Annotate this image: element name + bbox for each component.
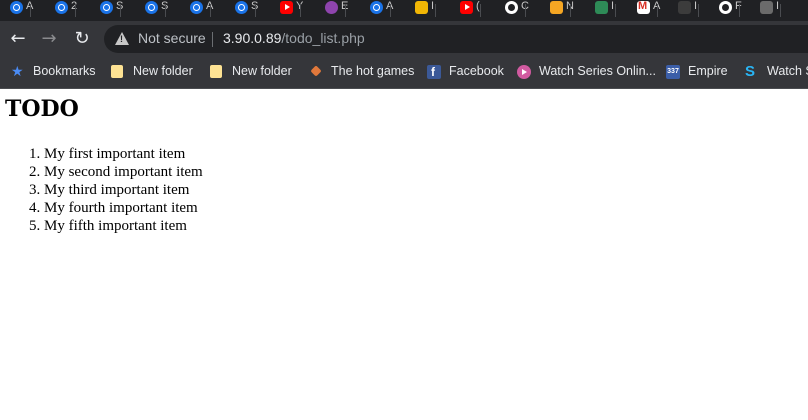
blue-circle-icon [190, 1, 203, 14]
tab-title: I [611, 0, 615, 12]
bookmark-label: New folder [133, 64, 193, 78]
browser-tab[interactable]: ( [450, 0, 481, 21]
back-arrow-icon: ← [10, 28, 26, 49]
tab-divider [30, 4, 31, 17]
github-icon [719, 1, 732, 14]
bookmark-label: Watch S [767, 64, 808, 78]
browser-tab[interactable]: I [405, 0, 436, 21]
youtube-icon [280, 1, 293, 14]
gmail-icon [637, 0, 650, 14]
blue-circle-icon [55, 1, 68, 14]
tab-title: I [694, 0, 698, 12]
page-content: TODO My first important item My second i… [0, 89, 808, 420]
tab-title: I [431, 0, 435, 12]
tab-divider [210, 4, 211, 17]
tab-title: I [776, 0, 780, 12]
url-host: 3.90.0.89 [223, 30, 282, 46]
tab-divider [75, 4, 76, 17]
reload-icon: ↻ [74, 28, 90, 49]
empire-icon: 337 [666, 65, 680, 79]
todo-item: My second important item [44, 163, 203, 181]
dark-square-icon [678, 1, 691, 14]
blue-circle-icon [370, 1, 383, 14]
star-icon: ★ [11, 64, 24, 80]
bookmark-label: The hot games [331, 64, 415, 78]
bookmark-label: Watch Series Onlin... [539, 64, 656, 78]
tab-divider [120, 4, 121, 17]
tab-divider [165, 4, 166, 17]
facebook-icon [427, 65, 441, 79]
todo-item: My third important item [44, 181, 203, 199]
address-divider [212, 32, 213, 47]
tab-divider [300, 4, 301, 17]
tab-divider [698, 4, 699, 17]
browser-toolbar: ← → ↻ Not secure 3.90.0.89/todo_list.php [0, 21, 808, 57]
tab-strip: A 2 S S A S Y E A I ( C N I A I F I [0, 0, 808, 21]
github-icon [505, 1, 518, 14]
security-status[interactable]: Not secure [138, 30, 206, 46]
browser-tab[interactable]: N [540, 0, 574, 21]
blue-circle-icon [145, 1, 158, 14]
browser-tab[interactable]: A [360, 0, 393, 21]
todo-item: My first important item [44, 145, 203, 163]
browser-tab[interactable]: 2 [45, 0, 77, 21]
tab-divider [390, 4, 391, 17]
browser-tab[interactable]: I [668, 0, 699, 21]
forward-button[interactable]: → [38, 28, 60, 50]
browser-tab[interactable]: A [627, 0, 660, 21]
orange-square-icon [550, 1, 563, 14]
browser-tab[interactable]: S [225, 0, 258, 21]
browser-tab[interactable]: S [135, 0, 168, 21]
bookmark-label: Facebook [449, 64, 504, 78]
tab-divider [780, 4, 781, 17]
browser-tab[interactable]: C [495, 0, 529, 21]
bookmark-label: Bookmarks [33, 64, 96, 78]
book-icon [415, 1, 428, 14]
bookmark-label: Empire [688, 64, 728, 78]
browser-tab[interactable]: I [585, 0, 616, 21]
url-path: /todo_list.php [281, 30, 365, 46]
warning-icon[interactable] [115, 32, 129, 45]
bookmarks-bar: ★ Bookmarks New folder New folder The hot… [0, 57, 808, 89]
tab-divider [255, 4, 256, 17]
tab-divider [615, 4, 616, 17]
url-text[interactable]: 3.90.0.89/todo_list.php [223, 30, 365, 46]
todo-item: My fifth important item [44, 217, 203, 235]
blue-circle-icon [100, 1, 113, 14]
browser-tab[interactable]: A [0, 0, 33, 21]
forward-arrow-icon: → [41, 28, 57, 49]
tab-divider [525, 4, 526, 17]
tab-divider [657, 4, 658, 17]
address-bar[interactable]: Not secure 3.90.0.89/todo_list.php [104, 25, 808, 53]
tab-divider [435, 4, 436, 17]
back-button[interactable]: ← [7, 28, 29, 50]
gray-square-icon [760, 1, 773, 14]
youtube-icon [460, 1, 473, 14]
game-icon [309, 65, 323, 79]
tab-divider [739, 4, 740, 17]
browser-tab[interactable]: A [180, 0, 213, 21]
browser-tab[interactable]: E [315, 0, 348, 21]
folder-icon [111, 65, 123, 78]
blue-circle-icon [10, 1, 23, 14]
tab-divider [345, 4, 346, 17]
todo-list: My first important item My second import… [20, 145, 203, 235]
browser-tab[interactable]: I [750, 0, 781, 21]
reload-button[interactable]: ↻ [71, 28, 93, 50]
s-icon: S [745, 63, 756, 80]
folder-icon [210, 65, 222, 78]
blue-circle-icon [235, 1, 248, 14]
tab-divider [570, 4, 571, 17]
tab-divider [480, 4, 481, 17]
green-square-icon [595, 1, 608, 14]
todo-item: My fourth important item [44, 199, 203, 217]
play-icon [517, 65, 531, 79]
browser-tab[interactable]: S [90, 0, 123, 21]
purple-circle-icon [325, 1, 338, 14]
browser-tab[interactable]: Y [270, 0, 303, 21]
bookmark-label: New folder [232, 64, 292, 78]
page-title: TODO [5, 96, 79, 122]
browser-tab[interactable]: F [709, 0, 742, 21]
